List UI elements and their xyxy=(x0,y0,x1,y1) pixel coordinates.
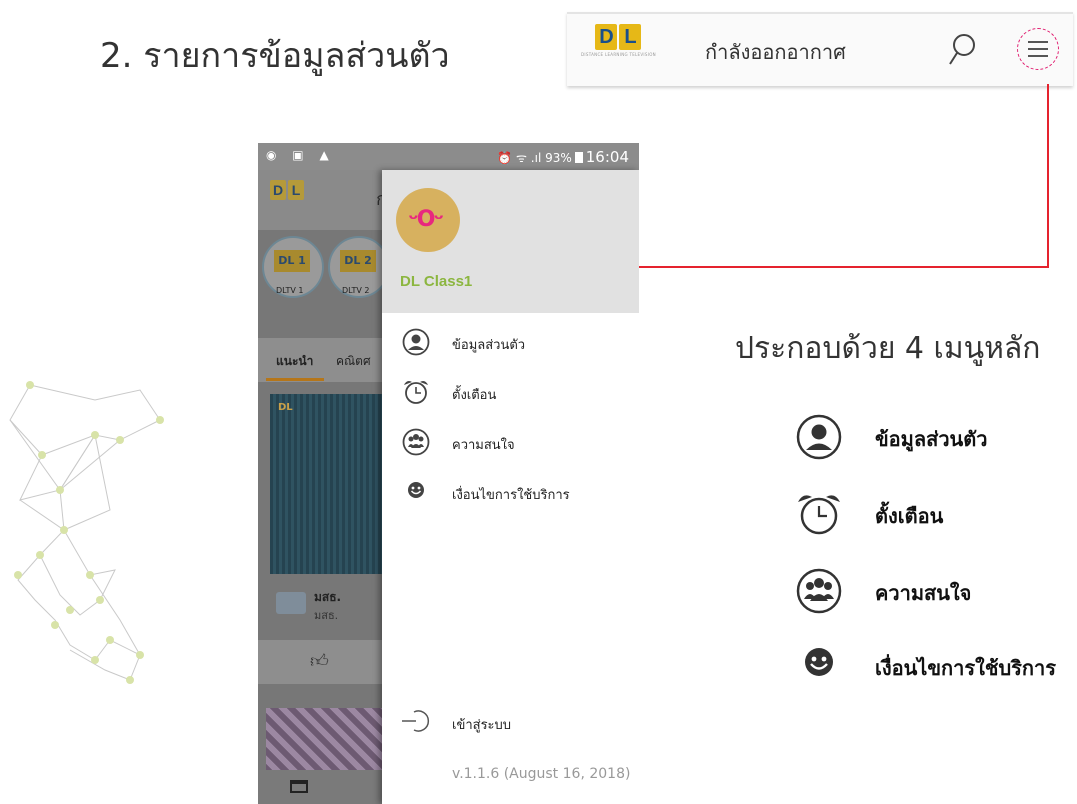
profile-icon xyxy=(796,414,842,460)
login-label: เข้าสู่ระบบ xyxy=(452,718,512,733)
slide-title: 2. รายการข้อมูลส่วนตัว xyxy=(100,36,450,76)
bg-dltv-logo: DL xyxy=(270,180,304,200)
menu-item-label: ข้อมูลส่วนตัว xyxy=(875,427,988,451)
smiley-terms-icon xyxy=(408,482,424,498)
program-subtitle: มสธ. xyxy=(314,609,339,622)
logo-tagline: DISTANCE LEARNING TELEVISION xyxy=(581,52,656,57)
channel-label: DLTV 2 xyxy=(342,286,370,295)
program-logo xyxy=(276,592,306,614)
menu-item-profile: ข้อมูลส่วนตัว xyxy=(795,413,1075,463)
channel-label: DLTV 1 xyxy=(276,286,304,295)
profile-icon xyxy=(402,328,430,356)
drawer-item-terms[interactable]: เงื่อนไขการใช้บริการ xyxy=(382,470,639,516)
drawer-item-label: ข้อมูลส่วนตัว xyxy=(452,338,526,353)
program-name: มสธ. xyxy=(314,590,342,604)
active-tab-indicator xyxy=(266,378,324,381)
drawer-item-label: เงื่อนไขการใช้บริการ xyxy=(452,488,570,503)
drawer-username: DL Class1 xyxy=(400,273,473,290)
group-interest-icon xyxy=(402,428,430,456)
hamburger-menu-icon[interactable] xyxy=(1017,28,1059,70)
thumbs-up-icon[interactable]: 👍︎ xyxy=(310,650,329,672)
login-icon xyxy=(402,710,430,732)
drawer-item-label: ความสนใจ xyxy=(452,438,515,453)
drawer-header: ᵕOᵕ DL Class1 xyxy=(382,170,639,313)
android-status-bar: ◉ ▣ ▲ ⏰ ᯤ .ıl 93% 16:04 xyxy=(258,143,639,170)
navigation-drawer: ᵕOᵕ DL Class1 ข้อมูลส่วนตัว ตั้งเตือน คว… xyxy=(382,170,639,804)
drawer-item-interests[interactable]: ความสนใจ xyxy=(382,420,639,466)
alarm-clock-icon xyxy=(404,381,428,404)
menu-item-alarm: ตั้งเตือน xyxy=(795,490,1075,540)
login-button[interactable]: เข้าสู่ระบบ xyxy=(382,698,639,742)
menu-item-terms: เงื่อนไขการใช้บริการ xyxy=(795,642,1075,692)
status-system-icons: ⏰ ᯤ .ıl 93% 16:04 xyxy=(497,148,629,166)
app-top-bar: DL DISTANCE LEARNING TELEVISION กำลังออก… xyxy=(567,12,1073,86)
video-thumbnail[interactable]: DL xyxy=(270,394,390,574)
tab-math[interactable]: คณิตศ xyxy=(336,352,371,371)
window-icon[interactable] xyxy=(290,780,308,793)
alarm-clock-icon xyxy=(798,495,840,535)
app-version: v.1.1.6 (August 16, 2018) xyxy=(452,766,631,782)
top-bar-title: กำลังออกอากาศ xyxy=(705,40,846,64)
tab-recommended[interactable]: แนะนำ xyxy=(276,352,313,371)
menu-item-label: เงื่อนไขการใช้บริการ xyxy=(875,656,1056,680)
status-indicators: ⏰ ᯤ .ıl 93% xyxy=(497,151,572,165)
search-icon[interactable] xyxy=(947,32,977,72)
status-notification-icons: ◉ ▣ ▲ xyxy=(266,148,335,162)
dltv-logo[interactable]: DL DISTANCE LEARNING TELEVISION xyxy=(581,24,656,57)
drawer-item-label: ตั้งเตือน xyxy=(452,388,497,403)
menu-item-label: ตั้งเตือน xyxy=(875,504,944,528)
smiley-terms-icon xyxy=(805,648,833,676)
status-clock: 16:04 xyxy=(585,148,629,166)
decorative-map-graphic xyxy=(9,381,164,684)
pattern-thumbnail[interactable] xyxy=(266,708,386,772)
menu-item-label: ความสนใจ xyxy=(875,581,972,605)
battery-icon xyxy=(574,152,583,163)
avatar[interactable]: ᵕOᵕ xyxy=(396,188,460,252)
phone-screenshot: ◉ ▣ ▲ ⏰ ᯤ .ıl 93%16:04 DL กำ DL 1 DLTV 1… xyxy=(258,143,639,804)
menu-caption: ประกอบด้วย 4 เมนูหลัก xyxy=(735,331,1041,366)
group-interest-icon xyxy=(796,568,842,614)
drawer-item-profile[interactable]: ข้อมูลส่วนตัว xyxy=(382,320,639,366)
menu-item-interests: ความสนใจ xyxy=(795,567,1075,617)
drawer-item-alarm[interactable]: ตั้งเตือน xyxy=(382,370,639,416)
